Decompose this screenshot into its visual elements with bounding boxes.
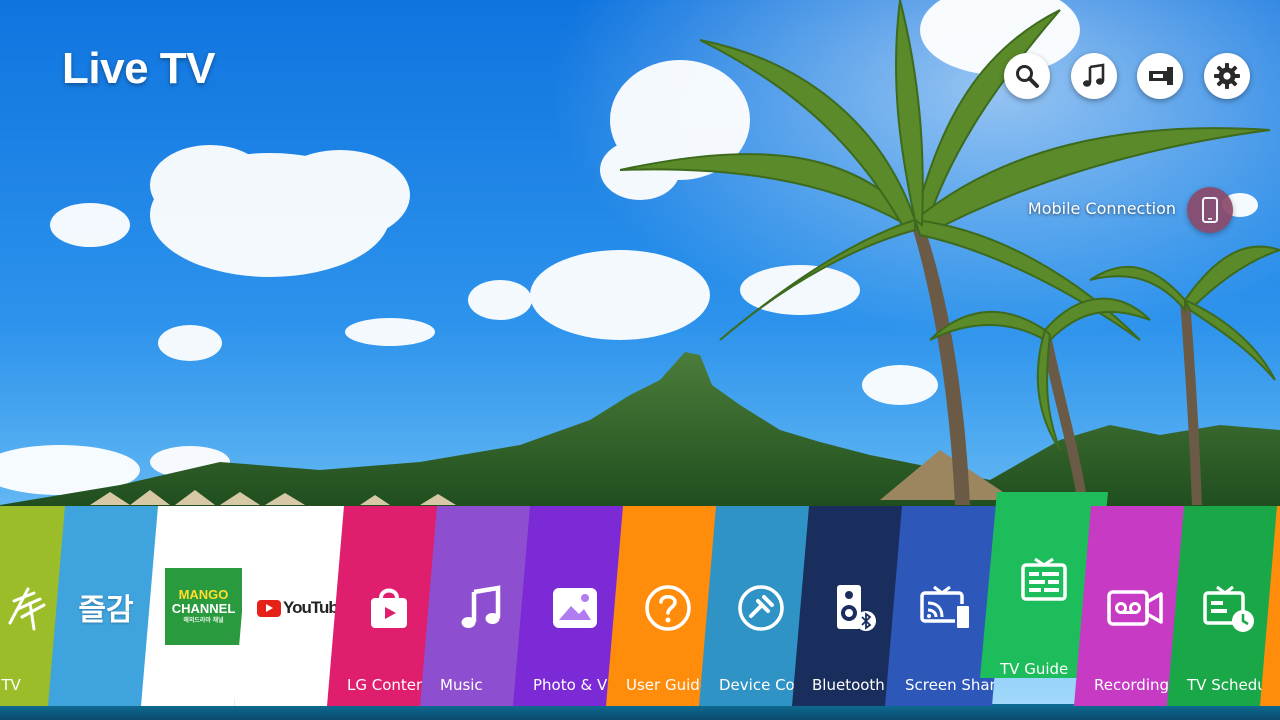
- gear-icon: [1214, 63, 1240, 89]
- music-button[interactable]: [1071, 53, 1117, 99]
- jul-gam-logo: 즐감: [78, 593, 134, 628]
- music-note-icon: [1083, 63, 1105, 87]
- recording-icon: [1104, 576, 1168, 640]
- input-source-icon: [1149, 67, 1173, 85]
- launcher-shadow: [0, 704, 1280, 720]
- search-button[interactable]: [1004, 53, 1050, 99]
- photo-icon: [543, 576, 607, 640]
- mobile-phone-icon: [1202, 197, 1218, 223]
- search-icon: [1016, 65, 1039, 88]
- youtube-logo: YouTube: [257, 598, 346, 618]
- tv-scheduler-icon: [1197, 576, 1261, 640]
- shopping-bag-icon: [357, 576, 421, 640]
- device-connector-icon: [729, 576, 793, 640]
- question-icon: [636, 576, 700, 640]
- mango-channel-logo: MANGO CHANNEL 해외드라마 채널: [165, 568, 242, 645]
- music-note-icon: [450, 576, 514, 640]
- settings-button[interactable]: [1204, 53, 1250, 99]
- mobile-connection-label: Mobile Connection: [1027, 199, 1176, 218]
- mobile-connection-button[interactable]: [1187, 187, 1233, 233]
- page-title: Live TV: [62, 44, 216, 93]
- play-icon: [257, 600, 281, 617]
- tv-guide-icon: [1012, 548, 1076, 612]
- bluetooth-speaker-icon: [822, 576, 886, 640]
- app-launcher-bar: Live TV 즐감 MANGO CHANNEL 해외드라마 채널 YouTub…: [0, 492, 1280, 720]
- input-source-button[interactable]: [1137, 53, 1183, 99]
- screen-share-icon: [915, 576, 979, 640]
- antenna-icon: [0, 576, 62, 640]
- app-card-label: Screen Share: [905, 676, 1005, 694]
